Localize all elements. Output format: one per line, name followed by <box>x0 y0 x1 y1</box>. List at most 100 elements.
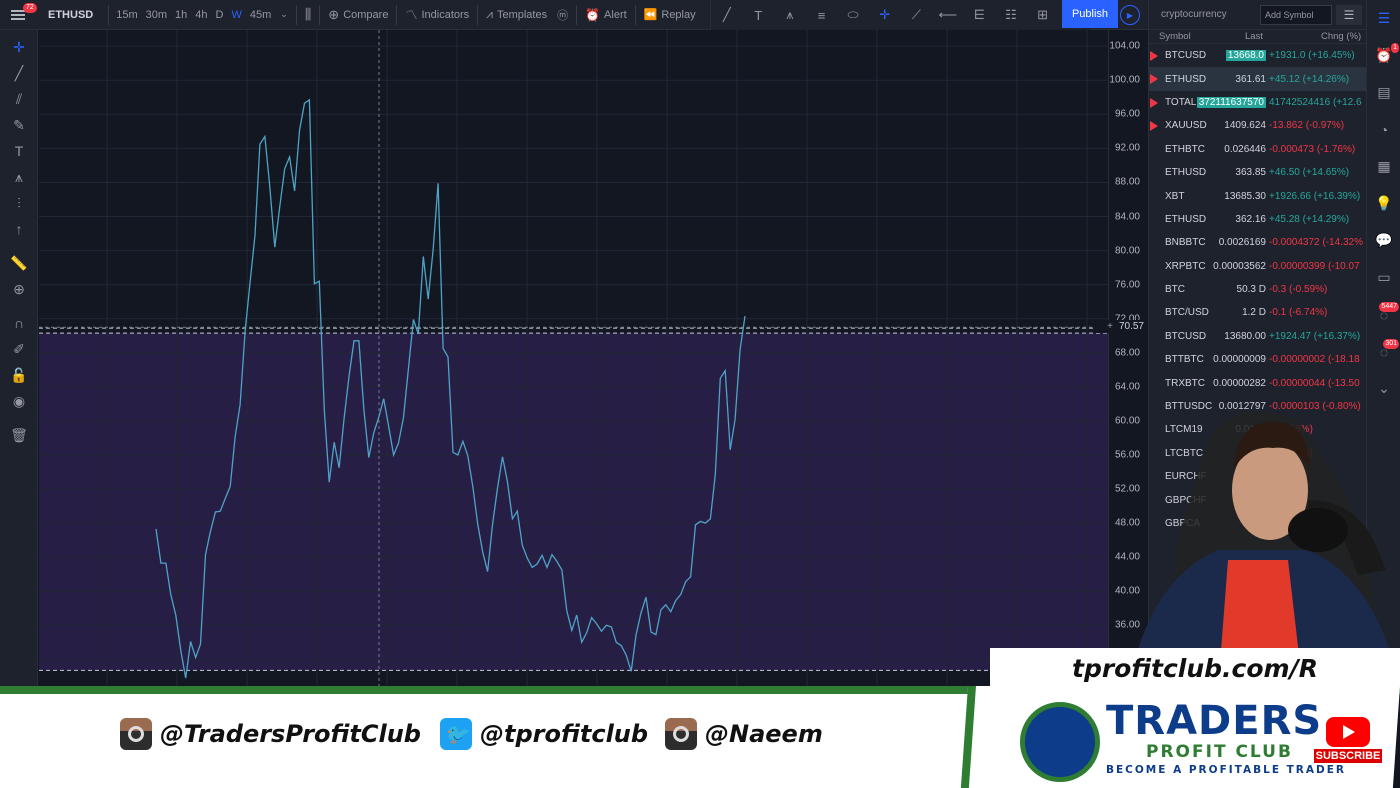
stay-drawing-icon[interactable]: ✐ <box>0 336 38 362</box>
messages-icon[interactable]: ◌ 301 <box>1367 333 1400 370</box>
interval-d[interactable]: D <box>212 0 228 30</box>
hotlist-icon[interactable]: ◔ <box>1367 111 1400 148</box>
red-flag-icon[interactable] <box>1150 51 1158 61</box>
notifications-icon[interactable]: ◌ 5447 <box>1367 296 1400 333</box>
symbol-search-button[interactable]: ETHUSD <box>36 9 105 21</box>
templates-button[interactable]: ⩘ Templates <box>481 0 552 30</box>
watchlist-row[interactable]: BTC 50.3 D -0.3 (-0.59%) <box>1149 278 1366 301</box>
templates-circle-icon[interactable]: ⓜ <box>552 0 573 30</box>
interval-4h[interactable]: 4h <box>191 0 211 30</box>
pattern-icon[interactable]: ⩚ <box>781 6 799 24</box>
promo-url[interactable]: tprofitclub.com/R <box>990 648 1400 688</box>
red-flag-icon[interactable] <box>1150 97 1158 108</box>
text-tool-icon[interactable]: T <box>749 6 767 24</box>
ideas-icon[interactable]: 💡 <box>1367 185 1400 222</box>
row-last: 13668.0 <box>1225 50 1266 62</box>
instagram-handle-1[interactable]: @TradersProfitClub <box>120 718 421 750</box>
watchlist-name[interactable]: cryptocurrency <box>1153 9 1260 20</box>
replay-button[interactable]: ⏪ Replay <box>639 0 701 30</box>
pattern-tool-icon[interactable]: ⩚ <box>0 164 38 190</box>
chart-canvas[interactable] <box>39 30 1110 690</box>
row-last: 1409.624 <box>1224 120 1266 132</box>
subscribe-button[interactable]: SUBSCRIBE <box>1313 717 1383 767</box>
horizontal-ray-icon[interactable]: ⟵ <box>939 6 958 24</box>
main-menu-button[interactable]: 72 <box>0 0 37 30</box>
chat-icon[interactable]: 💬 <box>1367 222 1400 259</box>
plus-icon[interactable]: + <box>1107 321 1113 332</box>
crosshair-icon[interactable]: ✛ <box>876 6 894 24</box>
fib-channel-icon[interactable]: ☷ <box>1002 6 1020 24</box>
row-last: 362.16 <box>1235 213 1266 225</box>
candle-style-icon[interactable]: ⫼ <box>300 0 316 30</box>
watchlist-row[interactable]: ETHUSD 362.16 +45.28 (+14.29%) <box>1149 208 1366 231</box>
row-symbol: XRPBTC <box>1165 260 1206 272</box>
brush-icon[interactable]: ⟋ <box>907 6 925 24</box>
line-tool-icon[interactable]: ╱ <box>0 60 38 86</box>
watchlist-row[interactable]: XRPBTC 0.00003562 -0.00000399 (-10.07 <box>1149 255 1366 278</box>
watchlist-row[interactable]: TOTAL 372111637570 41742524416 (+12.6 <box>1149 91 1366 114</box>
price-tick-label: 88.00 <box>1114 176 1140 188</box>
row-symbol: ETHUSD <box>1165 213 1207 225</box>
interval-dropdown-icon[interactable]: ⌄ <box>275 0 293 30</box>
prediction-tool-icon[interactable]: ⫶ <box>0 190 38 216</box>
trash-icon[interactable]: 🗑 <box>0 422 38 448</box>
lock-icon[interactable]: 🔓 <box>0 362 38 388</box>
watchlist-row[interactable]: TRXBTC 0.00000282 -0.00000044 (-13.50 <box>1149 371 1366 394</box>
compare-button[interactable]: ⊕ Compare <box>323 0 393 30</box>
fib-icon[interactable]: ≡ <box>813 6 831 24</box>
interval-30m[interactable]: 30m <box>142 0 171 30</box>
streams-icon[interactable]: ▭ <box>1367 259 1400 296</box>
ellipse-icon[interactable]: ⬭ <box>844 6 862 24</box>
data-window-icon[interactable]: ▤ <box>1367 74 1400 111</box>
watchlist-row[interactable]: BNBBTC 0.0026169 -0.0004372 (-14.32% <box>1149 231 1366 254</box>
fib-tool-icon[interactable]: ⫽ <box>0 86 38 112</box>
brush-tool-icon[interactable]: ✎ <box>0 112 38 138</box>
watchlist-row[interactable]: ETHBTC 0.026446 -0.000473 (-1.76%) <box>1149 138 1366 161</box>
watchlist-row[interactable]: ETHUSD 363.85 +46.50 (+14.65%) <box>1149 161 1366 184</box>
calendar-icon[interactable]: ▦ <box>1367 148 1400 185</box>
red-flag-icon[interactable] <box>1150 121 1158 132</box>
interval-w[interactable]: W <box>228 0 246 30</box>
magnet-icon[interactable]: ∩ <box>0 310 38 336</box>
alerts-icon[interactable]: ⏰ 1 <box>1367 37 1400 74</box>
twitter-handle[interactable]: 🐦 @tprofitclub <box>440 718 648 750</box>
interval-15m[interactable]: 15m <box>112 0 141 30</box>
interval-1h[interactable]: 1h <box>171 0 191 30</box>
watchlist-row[interactable]: BTCUSD 13680.00 +1924.47 (+16.37%) <box>1149 325 1366 348</box>
text-tool-icon[interactable]: T <box>0 138 38 164</box>
row-change: -0.00000044 (-13.50 <box>1269 377 1360 389</box>
price-tick-label: 64.00 <box>1114 381 1140 393</box>
trend-line-icon[interactable]: ╱ <box>718 6 736 24</box>
col-symbol[interactable]: Symbol <box>1159 31 1191 42</box>
watchlist-row[interactable]: BTTBTC 0.00000009 -0.00000002 (-18.18 <box>1149 348 1366 371</box>
add-symbol-input[interactable]: Add Symbol <box>1260 4 1332 25</box>
alert-button[interactable]: ⏰ Alert <box>580 0 632 30</box>
watchlist-row[interactable]: BTC/USD 1.2 D -0.1 (-6.74%) <box>1149 301 1366 324</box>
watchlist-row[interactable]: BTCUSD 13668.0 +1931.0 (+16.45%) <box>1149 44 1366 67</box>
pitchfork-icon[interactable]: ⋿ <box>970 6 988 24</box>
watchlist-row[interactable]: ETHUSD 361.61 +45.12 (+14.26%) <box>1149 67 1366 91</box>
watchlist-row[interactable]: XBT 13685.30 +1926.66 (+16.39%) <box>1149 184 1366 207</box>
watchlist-icon[interactable]: ☰ <box>1367 0 1400 37</box>
col-last[interactable]: Last <box>1245 31 1263 42</box>
watchlist-menu-icon[interactable]: ☰ <box>1336 4 1362 25</box>
col-change[interactable]: Chng (%) <box>1321 31 1361 42</box>
eye-icon[interactable]: ◉ <box>0 388 38 414</box>
cross-cursor-icon[interactable]: ✛ <box>0 34 38 60</box>
grid-icon[interactable]: ⊞ <box>1034 6 1052 24</box>
row-last: 13680.00 <box>1224 330 1266 342</box>
price-chart[interactable] <box>39 30 1110 690</box>
subscribe-label: SUBSCRIBE <box>1313 749 1383 763</box>
publish-button[interactable]: Publish <box>1062 0 1118 28</box>
ruler-icon[interactable]: 📏 <box>0 250 38 276</box>
compare-label: Compare <box>343 8 389 21</box>
zoom-icon[interactable]: ⊕ <box>0 276 38 302</box>
instagram-handle-2[interactable]: @Naeem <box>665 718 823 750</box>
indicators-button[interactable]: 〽 Indicators <box>400 0 474 30</box>
play-icon[interactable]: ▶ <box>1120 5 1140 25</box>
red-flag-icon[interactable] <box>1150 74 1158 85</box>
arrow-up-icon[interactable]: ↑ <box>0 216 38 242</box>
watchlist-row[interactable]: XAUUSD 1409.624 -13.862 (-0.97%) <box>1149 114 1366 137</box>
interval-45m[interactable]: 45m <box>246 0 275 30</box>
